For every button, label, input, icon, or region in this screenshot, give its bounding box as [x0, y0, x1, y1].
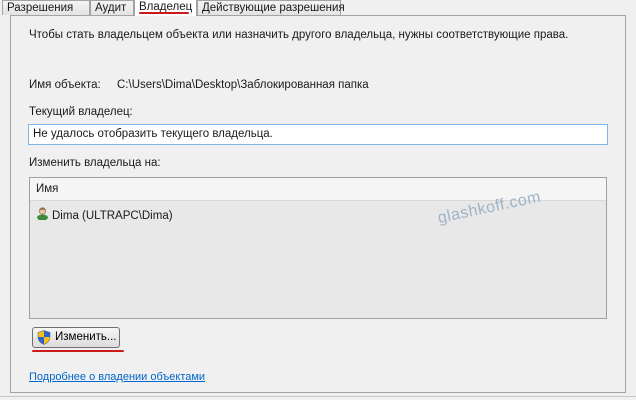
list-item-label: Dima (ULTRAPC\Dima)	[52, 210, 173, 223]
list-item[interactable]: Dima (ULTRAPC\Dima)	[36, 206, 173, 224]
tab-label: Разрешения	[7, 2, 74, 14]
tab-label: Действующие разрешения	[202, 2, 345, 14]
ownership-help-link[interactable]: Подробнее о владении объектами	[29, 371, 205, 383]
button-highlight	[32, 350, 124, 352]
column-header-label: Имя	[36, 183, 59, 195]
tab-label: Аудит	[95, 2, 127, 14]
dialog-bottom-divider	[0, 396, 636, 397]
tab-audit[interactable]: Аудит	[90, 0, 134, 15]
active-tab-highlight	[139, 12, 189, 14]
object-name-label: Имя объекта:	[29, 79, 101, 91]
change-owner-button-label: Изменить...	[55, 331, 117, 343]
change-owner-button[interactable]: Изменить...	[32, 327, 120, 348]
uac-shield-icon	[37, 330, 51, 352]
current-owner-field[interactable]: Не удалось отобразить текущего владельца…	[28, 124, 608, 145]
user-icon	[36, 206, 49, 226]
object-name-value: C:\Users\Dima\Desktop\Заблокированная па…	[117, 79, 369, 91]
tab-strip: Разрешения Аудит Владелец Действующие ра…	[0, 0, 636, 16]
current-owner-label: Текущий владелец:	[29, 106, 133, 118]
tab-permissions[interactable]: Разрешения	[2, 0, 90, 15]
tab-effective-permissions[interactable]: Действующие разрешения	[197, 0, 345, 15]
intro-text: Чтобы стать владельцем объекта или назна…	[29, 29, 569, 41]
change-owner-label: Изменить владельца на:	[29, 157, 161, 169]
